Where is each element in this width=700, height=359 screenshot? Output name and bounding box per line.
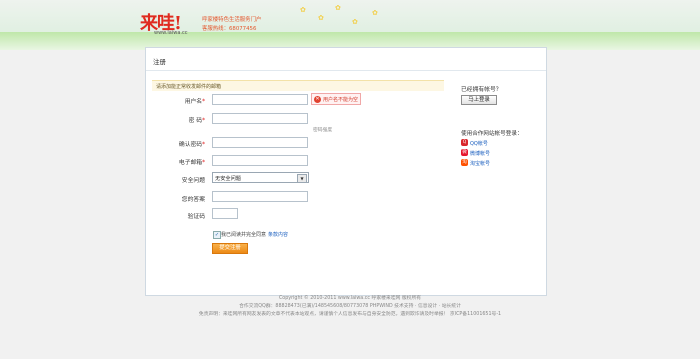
weibo-icon: 微 — [461, 149, 468, 156]
email-label: 电子邮箱* — [145, 157, 205, 166]
username-label: 用户名* — [145, 96, 205, 105]
qq-icon: Q — [461, 139, 468, 146]
login-button[interactable]: 马上登录 — [461, 95, 497, 105]
title-divider — [146, 70, 546, 71]
dandelion-icon: ✿ — [300, 6, 306, 14]
agree-checkbox[interactable]: ✓ — [213, 231, 221, 239]
required-mark: * — [202, 118, 205, 124]
qq-login-label: QQ帐号 — [470, 141, 488, 147]
footer-disclaimer: 免责声明：来哇网所有网友发表的文章不代表本站观点，请谨慎个人信息发布与自身安全防… — [198, 312, 502, 317]
captcha-input[interactable] — [212, 208, 238, 219]
error-icon: ✕ — [314, 96, 321, 103]
agree-text: 我已阅读并完全同意 — [221, 232, 267, 238]
confirm-password-input[interactable] — [212, 137, 308, 148]
partners-title: 使用合作网站帐号登录： — [461, 131, 523, 137]
footer-partners: 合作交流QQ群：88828473(已满)/148545608/80773078 … — [239, 304, 461, 309]
captcha-label: 验证码 — [187, 214, 205, 220]
required-mark: * — [202, 142, 205, 148]
notice-bar: 请添加能正常收发邮件的邮箱 — [152, 80, 444, 91]
answer-label: 您的答案 — [181, 197, 205, 203]
required-mark: * — [202, 99, 205, 105]
submit-button[interactable]: 提交注册 — [212, 243, 248, 254]
answer-input[interactable] — [212, 191, 308, 202]
have-account-text: 已经拥有帐号？ — [461, 87, 502, 93]
confirm-label-text: 确认密码 — [178, 142, 203, 148]
select-value: 无安全问题 — [215, 176, 241, 182]
footer-copyright: Copyright © 2010-2011 www.laiwa.cc 呼家楼来哇… — [278, 296, 422, 301]
password-input[interactable] — [212, 113, 308, 124]
email-label-text: 电子邮箱 — [178, 160, 203, 166]
site-logo[interactable]: 来哇! www.laiwa.cc — [140, 9, 200, 36]
email-input[interactable] — [212, 155, 308, 166]
password-label: 密 码* — [145, 115, 205, 124]
security-question-label: 安全问题 — [181, 178, 205, 184]
site-tagline: 呼家楼特色生活服务门户 — [202, 17, 262, 23]
required-mark: * — [202, 160, 205, 166]
password-label-text: 密 码 — [188, 118, 203, 124]
dandelion-icon: ✿ — [335, 4, 341, 12]
dandelion-icon: ✿ — [352, 18, 358, 26]
security-question-select[interactable]: 无安全问题 ▼ — [212, 172, 309, 183]
chevron-down-icon[interactable]: ▼ — [297, 174, 307, 183]
hotline: 客服热线：68077456 — [202, 26, 257, 32]
taobao-login-label: 淘宝帐号 — [470, 161, 491, 167]
dandelion-icon: ✿ — [318, 14, 324, 22]
terms-link[interactable]: 条款内容 — [268, 231, 288, 238]
error-text: 用户名不能为空 — [323, 97, 359, 103]
notice-text: 请添加能正常收发邮件的邮箱 — [156, 84, 222, 90]
username-label-text: 用户名 — [184, 99, 203, 105]
weibo-login-label: 微博帐号 — [470, 151, 491, 157]
confirm-password-label: 确认密码* — [145, 139, 205, 148]
page-title: 注册 — [153, 58, 166, 66]
password-strength: 密码强度 — [313, 128, 333, 133]
taobao-icon: 淘 — [461, 159, 468, 166]
logo-url: www.laiwa.cc — [154, 30, 188, 36]
dandelion-icon: ✿ — [372, 9, 378, 17]
header-banner: ✿ ✿ ✿ ✿ ✿ 来哇! www.laiwa.cc 呼家楼特色生活服务门户 客… — [0, 0, 700, 50]
username-input[interactable] — [212, 94, 308, 105]
username-error: ✕ 用户名不能为空 — [311, 93, 361, 105]
